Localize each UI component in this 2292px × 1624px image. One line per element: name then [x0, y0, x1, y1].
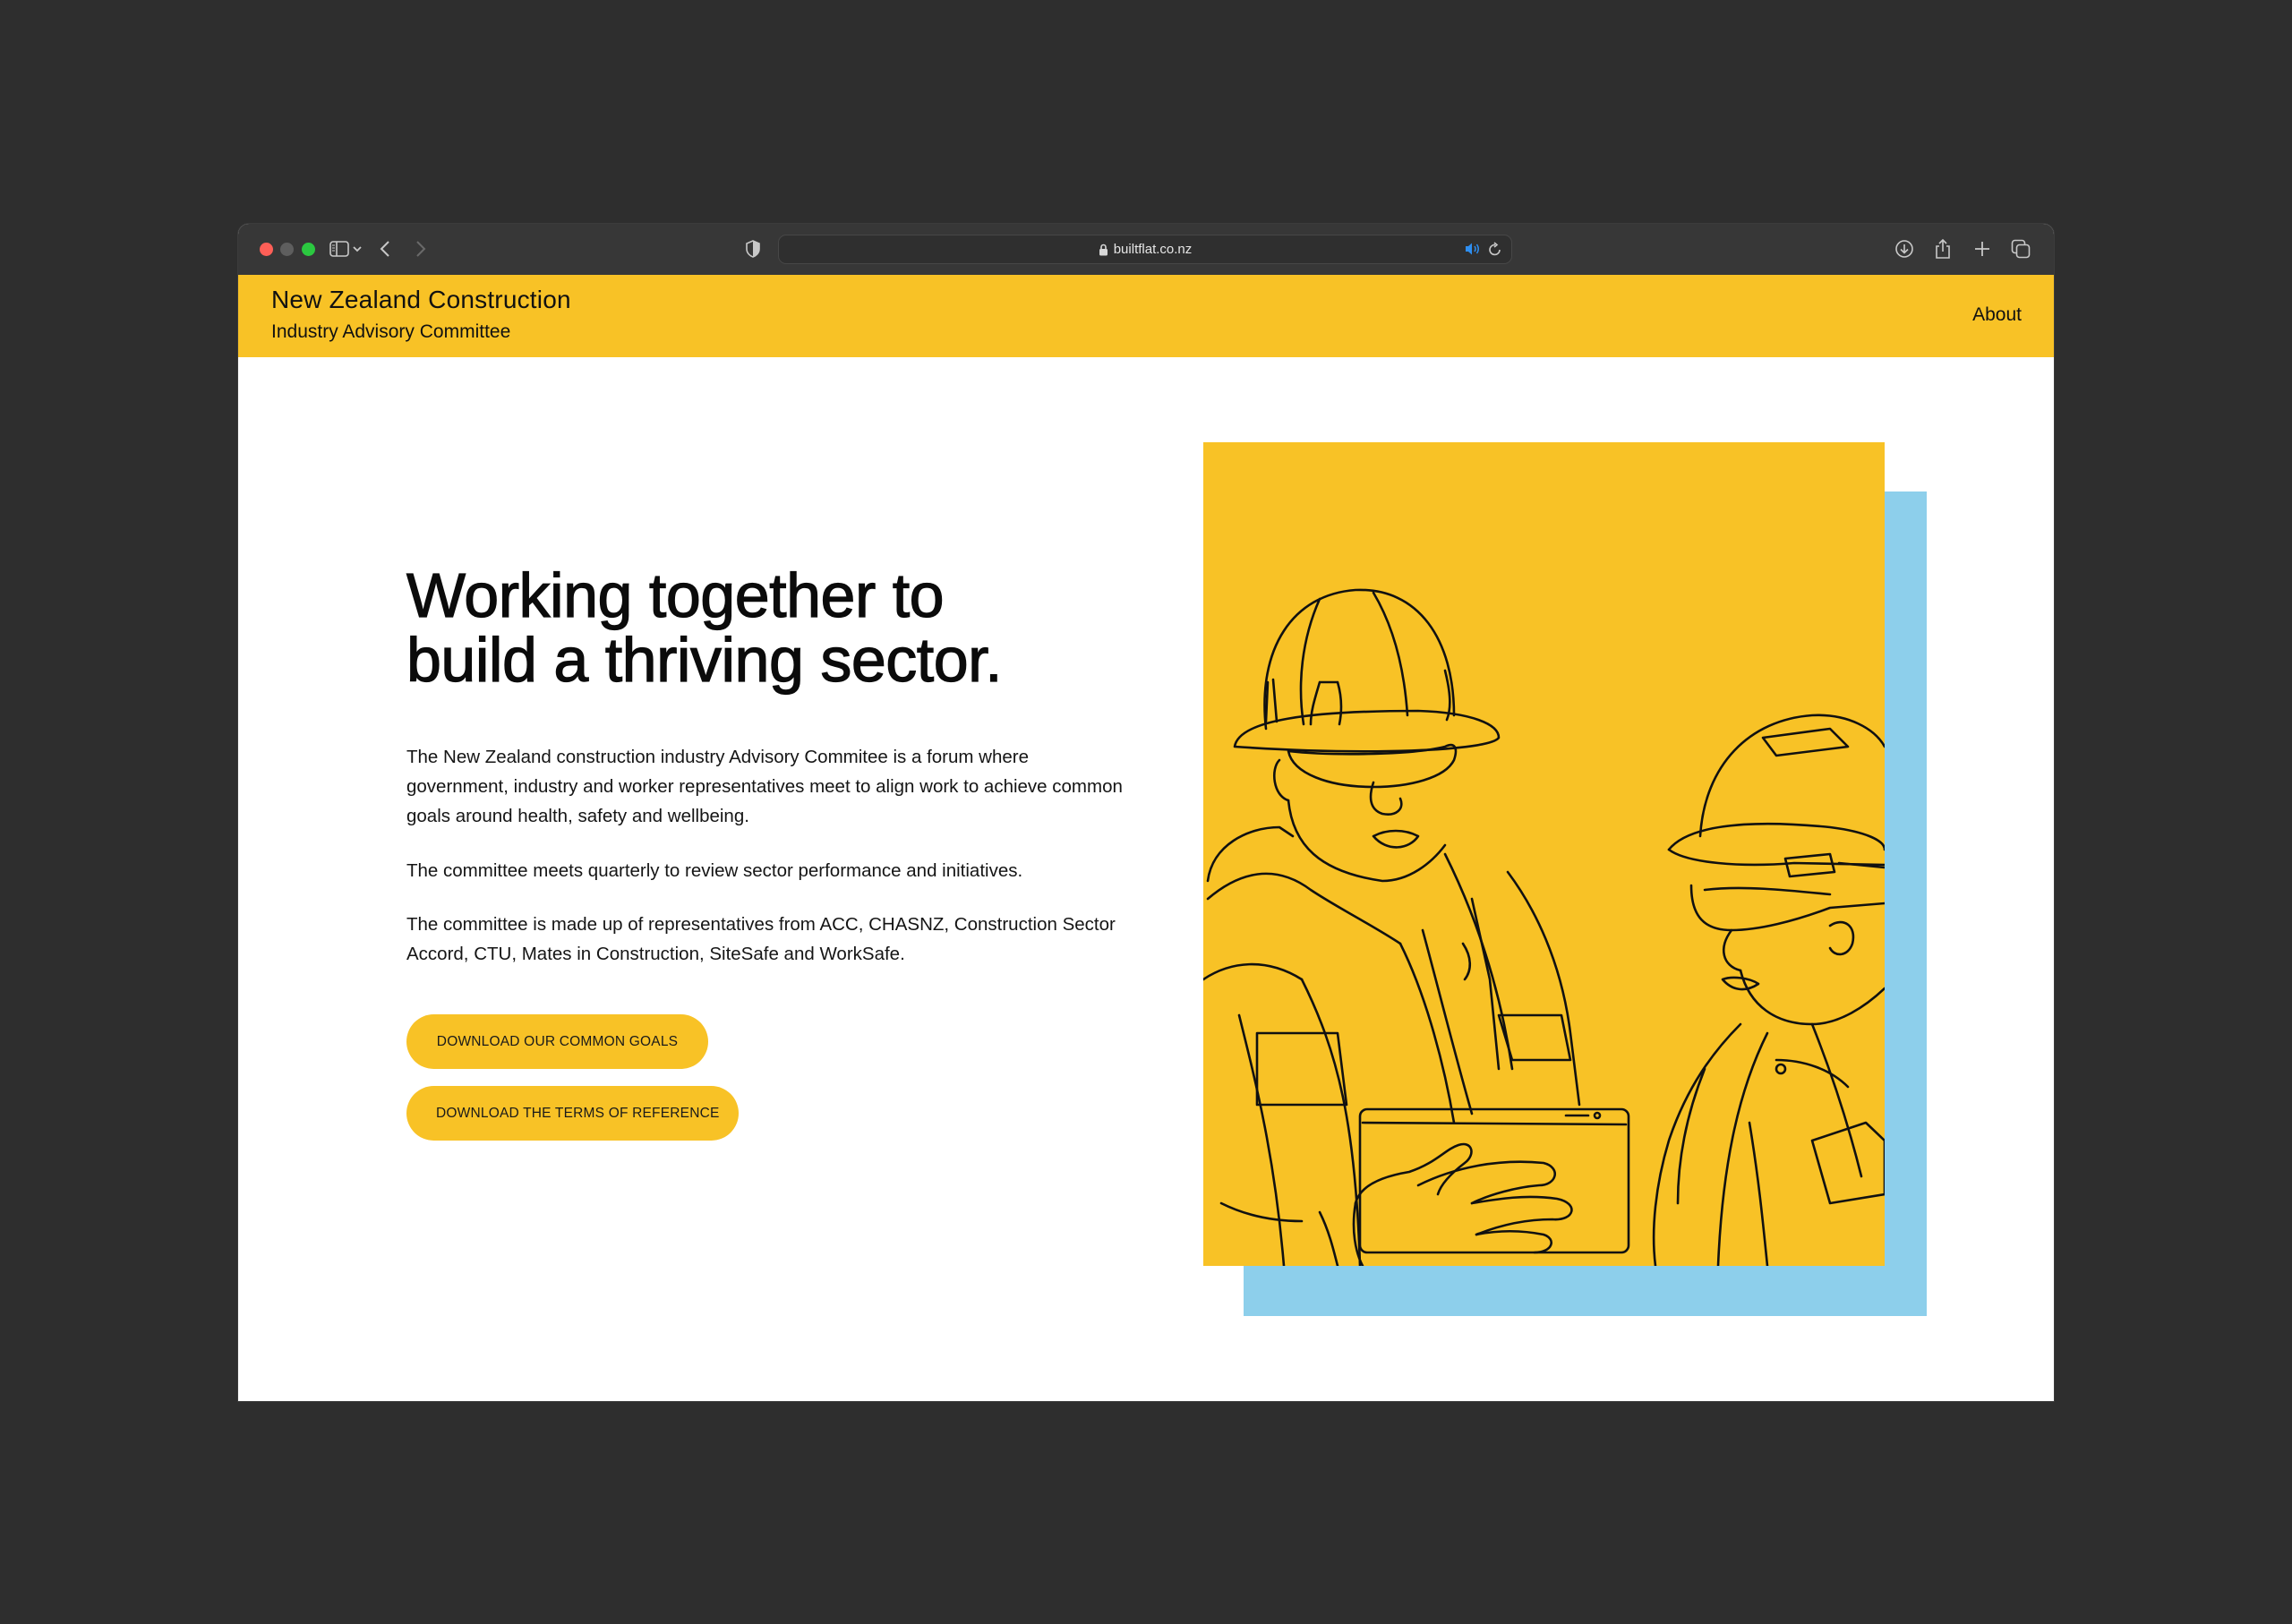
forward-icon[interactable]: [408, 236, 433, 261]
site-subtitle: Industry Advisory Committee: [271, 321, 511, 342]
meetings-paragraph: The committee meets quarterly to review …: [406, 860, 1023, 881]
reload-icon[interactable]: [1488, 242, 1502, 261]
privacy-shield-icon[interactable]: [740, 236, 765, 261]
browser-window: builtflat.co.nz New Zealand Construction…: [238, 224, 2054, 1401]
chevron-down-icon[interactable]: [348, 236, 366, 261]
maximize-window-button[interactable]: [302, 243, 315, 256]
hero-heading-line-1: Working together to: [406, 560, 945, 630]
left-worker-vest-pocket: [1255, 1031, 1348, 1107]
hero-heading-line-2: build a thriving sector.: [406, 625, 1003, 695]
left-worker-hat-dome: [1263, 588, 1456, 731]
tab-overview-icon[interactable]: [2008, 236, 2033, 261]
main-content: Working together to build a thriving sec…: [238, 357, 2054, 1401]
share-icon[interactable]: [1930, 236, 1955, 261]
intro-paragraph: The New Zealand construction industry Ad…: [406, 747, 1123, 826]
address-bar[interactable]: builtflat.co.nz: [778, 235, 1512, 264]
right-worker-glasses: [1689, 884, 1885, 932]
download-terms-of-reference-button[interactable]: DOWNLOAD THE TERMS OF REFERENCE: [406, 1086, 739, 1141]
new-tab-icon[interactable]: [1970, 236, 1995, 261]
url-text: builtflat.co.nz: [1113, 242, 1193, 257]
nav-link-about[interactable]: About: [1972, 304, 2022, 326]
lock-icon: [1099, 244, 1108, 256]
left-worker-hand: [1354, 1142, 1473, 1205]
site-header: New Zealand Construction Industry Adviso…: [238, 275, 2054, 357]
left-worker-hat-brim: [1233, 709, 1501, 753]
download-icon[interactable]: [1892, 236, 1917, 261]
close-window-button[interactable]: [260, 243, 273, 256]
workers-illustration: [1203, 442, 1885, 1266]
construction-workers-line-art: [1203, 588, 1885, 1266]
audio-playing-icon[interactable]: [1465, 242, 1481, 261]
minimize-window-button[interactable]: [280, 243, 294, 256]
browser-toolbar: builtflat.co.nz: [238, 224, 2054, 275]
back-icon[interactable]: [372, 236, 398, 261]
download-common-goals-button[interactable]: DOWNLOAD OUR COMMON GOALS: [406, 1014, 708, 1069]
hero-heading: Working together to build a thriving sec…: [406, 560, 1123, 695]
members-paragraph: The committee is made up of representati…: [406, 914, 1116, 964]
right-worker-mouth: [1721, 976, 1760, 991]
left-worker-mouth: [1372, 829, 1420, 849]
site-title[interactable]: New Zealand Construction: [271, 286, 571, 314]
